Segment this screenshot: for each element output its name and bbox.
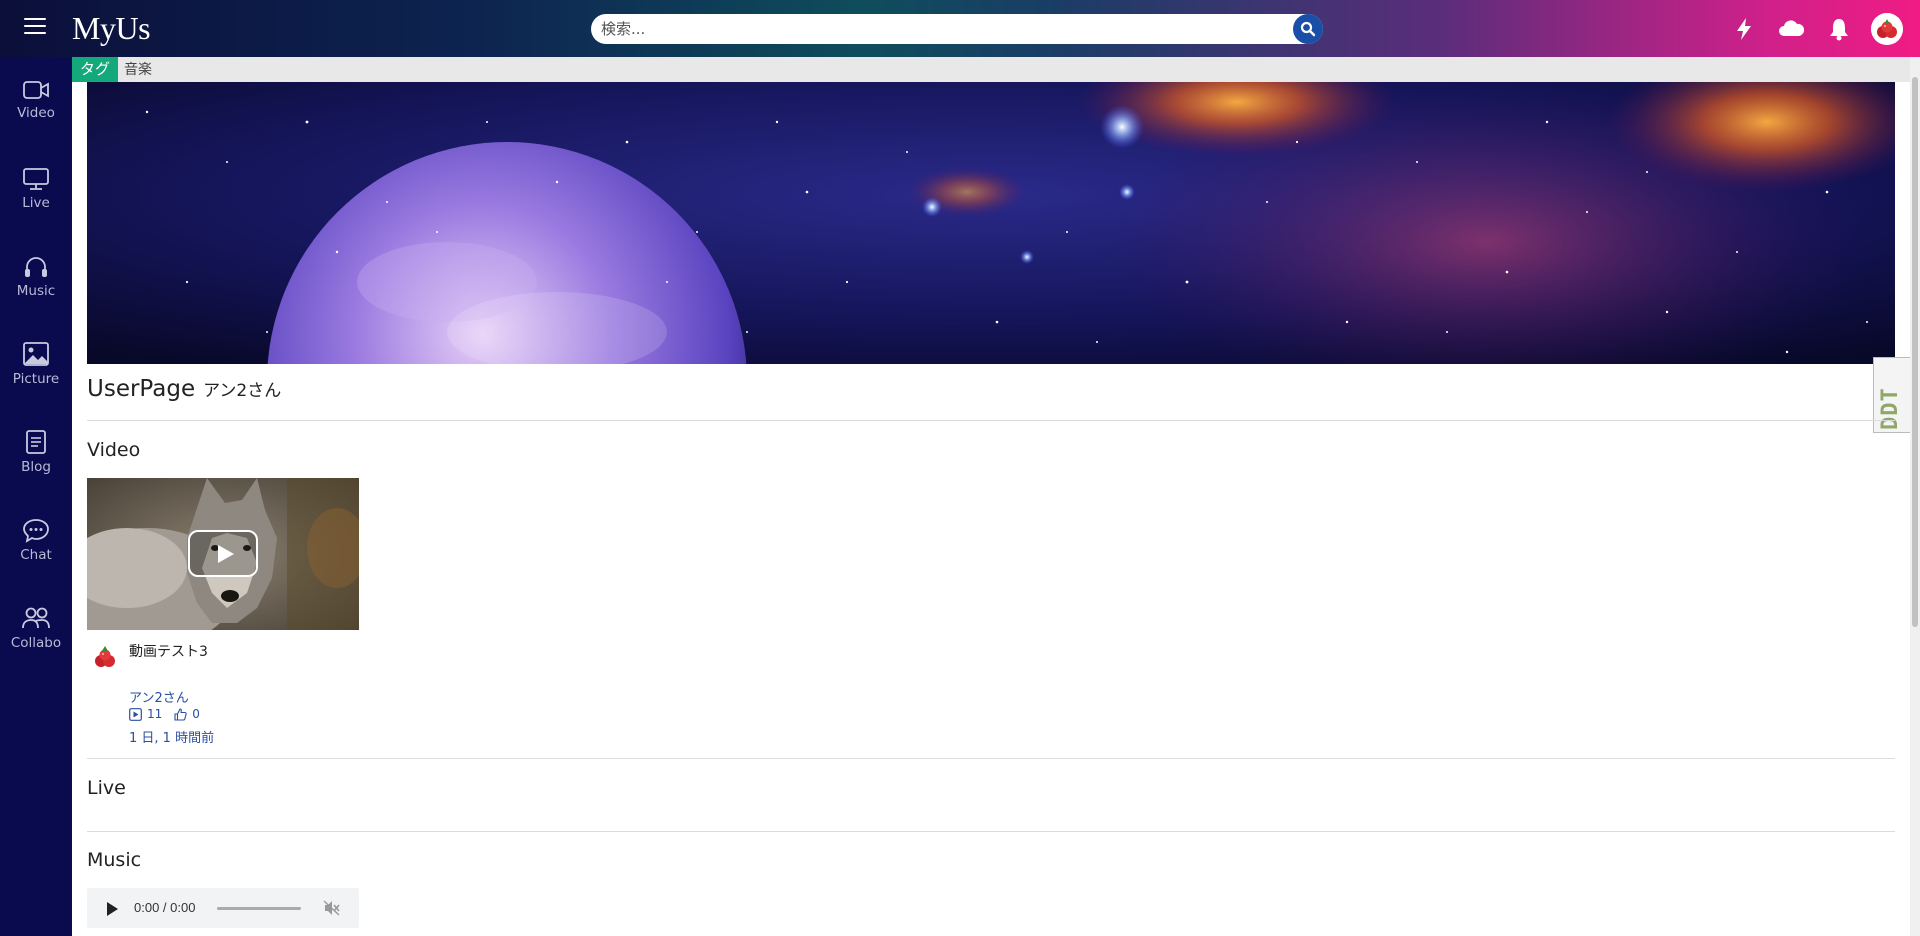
sidebar-item-label: Chat — [20, 547, 52, 563]
chat-bubble-icon — [23, 519, 49, 543]
audio-progress-bar[interactable] — [217, 907, 301, 910]
sidebar-item-picture[interactable]: Picture — [0, 341, 72, 421]
scrollbar-thumb[interactable] — [1912, 77, 1918, 627]
ddt-label: DDT — [1878, 387, 1903, 430]
sidebar-item-label: Picture — [12, 371, 60, 387]
lightning-icon[interactable] — [1731, 16, 1757, 42]
sidebar-item-music[interactable]: Music — [0, 255, 72, 335]
author-avatar[interactable] — [89, 641, 121, 673]
page-scrollbar[interactable] — [1910, 57, 1920, 936]
document-icon — [26, 430, 46, 454]
section-title-video: Video — [87, 439, 141, 461]
sidebar-item-label: Live — [22, 195, 50, 211]
audio-time: 0:00 / 0:00 — [134, 900, 196, 915]
video-thumbnail[interactable] — [87, 478, 359, 630]
app-logo[interactable]: MyUs — [72, 10, 151, 47]
top-navbar: MyUs — [0, 0, 1920, 57]
page-title: UserPage — [87, 376, 196, 402]
video-camera-icon — [23, 81, 49, 99]
like-count: 0 — [192, 707, 200, 721]
cloud-icon[interactable] — [1777, 16, 1807, 42]
page-heading: UserPage アン2さん — [87, 376, 281, 402]
monitor-icon — [23, 168, 49, 190]
headphones-icon — [25, 257, 47, 277]
play-icon[interactable] — [188, 530, 258, 577]
search-bar — [591, 14, 1323, 44]
view-count: 11 — [147, 707, 163, 721]
audio-play-button[interactable] — [107, 902, 118, 916]
user-avatar[interactable] — [1871, 13, 1903, 45]
image-icon — [23, 342, 49, 366]
search-button[interactable] — [1293, 14, 1323, 44]
section-title-music: Music — [87, 849, 142, 871]
tag-bar: タグ 音楽 — [72, 57, 1910, 82]
people-icon — [22, 607, 50, 629]
thumbs-up-icon — [174, 707, 187, 721]
video-title[interactable]: 動画テスト3 — [129, 641, 208, 661]
sidebar-item-chat[interactable]: Chat — [0, 517, 72, 597]
sidebar-item-label: Blog — [21, 459, 51, 475]
audio-player: 0:00 / 0:00 — [87, 888, 359, 928]
section-title-live: Live — [87, 777, 126, 799]
ddt-extension-badge[interactable]: DDT — [1873, 357, 1910, 433]
play-count-icon — [129, 707, 142, 721]
divider — [87, 831, 1895, 832]
sidebar-item-video[interactable]: Video — [0, 79, 72, 159]
tag-label: タグ — [72, 57, 119, 82]
search-icon — [1300, 21, 1316, 37]
video-stats: 11 0 — [129, 707, 200, 721]
hamburger-menu-icon[interactable] — [24, 18, 46, 36]
sidebar-item-collabo[interactable]: Collabo — [0, 605, 72, 685]
user-banner-image — [87, 82, 1895, 364]
sidebar: Video Live Music Picture Blog Chat Colla… — [0, 57, 72, 936]
video-author[interactable]: アン2さん — [129, 687, 189, 706]
sidebar-item-live[interactable]: Live — [0, 167, 72, 247]
sidebar-item-label: Collabo — [10, 635, 62, 651]
tag-item[interactable]: 音楽 — [124, 57, 152, 82]
bell-icon[interactable] — [1826, 16, 1852, 42]
sidebar-item-label: Music — [16, 283, 56, 299]
divider — [87, 420, 1895, 421]
page-username: アン2さん — [203, 381, 282, 401]
video-timestamp: 1 日, 1 時間前 — [129, 731, 215, 746]
sidebar-item-label: Video — [17, 105, 55, 121]
divider — [87, 758, 1895, 759]
mute-icon[interactable] — [323, 900, 341, 921]
sidebar-item-blog[interactable]: Blog — [0, 429, 72, 509]
search-input[interactable] — [601, 14, 1251, 44]
